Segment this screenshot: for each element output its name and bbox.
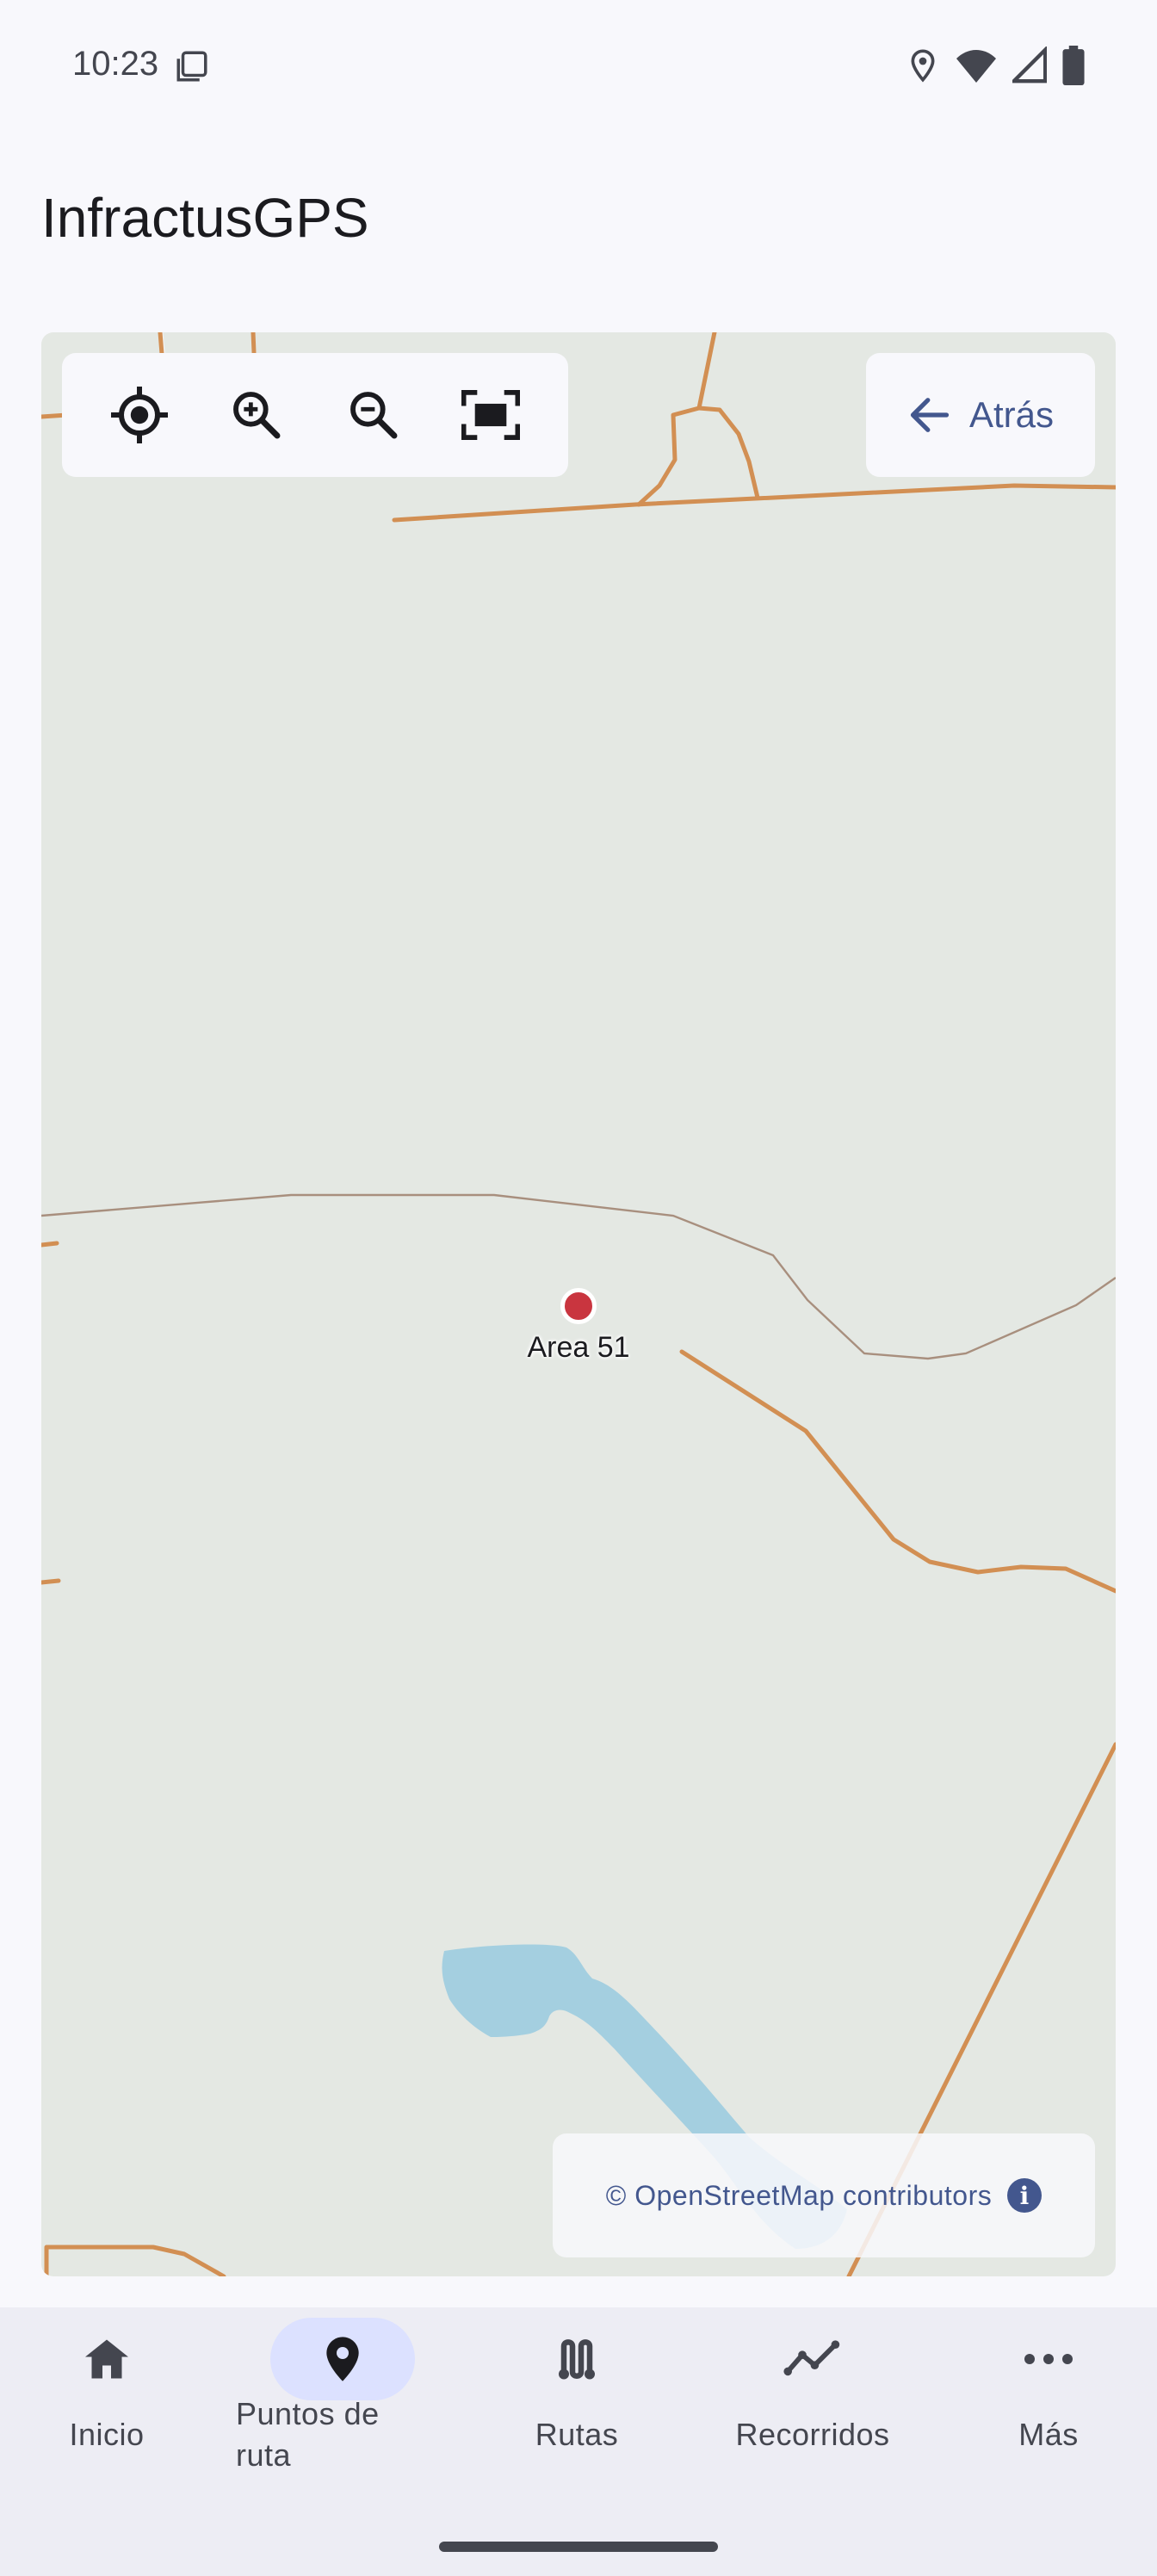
nav-label: Inicio — [69, 2417, 145, 2452]
map-attribution: © OpenStreetMap contributors i — [553, 2133, 1095, 2257]
my-location-icon — [111, 387, 168, 443]
status-bar: 10:23 — [0, 0, 1157, 138]
zoom-in-button[interactable] — [210, 368, 303, 461]
nav-item-inicio[interactable]: Inicio — [34, 2307, 179, 2531]
screenshot-notification-icon — [176, 51, 207, 82]
nav-pill-active — [270, 2318, 415, 2400]
back-button-label: Atrás — [968, 394, 1055, 435]
more-icon — [1024, 2354, 1073, 2364]
app-title: InfractusGPS — [41, 187, 369, 249]
fit-screen-icon — [461, 389, 520, 441]
zoom-out-button[interactable] — [327, 368, 420, 461]
fit-screen-button[interactable] — [444, 368, 537, 461]
tracks-icon — [783, 2340, 840, 2376]
map-controls — [62, 353, 568, 477]
bottom-navigation: Inicio Puntos de ruta Rutas Recorridos M… — [0, 2307, 1157, 2576]
nav-label: Puntos de ruta — [236, 2396, 380, 2473]
nav-item-recorridos[interactable]: Recorridos — [716, 2307, 909, 2531]
zoom-in-icon — [233, 392, 281, 439]
home-indicator[interactable] — [439, 2542, 718, 2552]
status-icons — [906, 45, 1085, 86]
nav-item-rutas[interactable]: Rutas — [504, 2307, 649, 2531]
battery-icon — [1062, 46, 1085, 85]
signal-icon — [1012, 46, 1047, 84]
my-location-button[interactable] — [93, 368, 186, 461]
nav-label: Recorridos — [735, 2417, 890, 2452]
nav-pill — [740, 2318, 885, 2400]
zoom-out-icon — [350, 392, 398, 439]
waypoint-label: Area 51 — [527, 1331, 630, 1364]
map-view[interactable]: Atrás Area 51 © OpenStreetMap contributo… — [41, 332, 1116, 2276]
location-status-icon — [911, 49, 935, 83]
nav-pill — [976, 2318, 1121, 2400]
home-icon — [85, 2339, 128, 2379]
wifi-icon — [956, 50, 996, 83]
waypoint-dot[interactable] — [560, 1288, 597, 1324]
nav-label: Rutas — [535, 2417, 619, 2452]
route-icon — [559, 2339, 595, 2380]
nav-item-puntos-de-ruta[interactable]: Puntos de ruta — [236, 2307, 434, 2531]
location-pin-icon — [326, 2337, 359, 2381]
nav-label: Más — [1018, 2417, 1079, 2452]
attribution-text: © OpenStreetMap contributors — [605, 2179, 993, 2211]
arrow-back-icon — [910, 398, 950, 432]
back-button[interactable]: Atrás — [866, 353, 1095, 477]
info-icon[interactable]: i — [1007, 2178, 1043, 2213]
status-time: 10:23 — [72, 45, 159, 83]
nav-pill — [34, 2318, 179, 2400]
nav-pill — [504, 2318, 649, 2400]
nav-item-mas[interactable]: Más — [976, 2307, 1121, 2531]
